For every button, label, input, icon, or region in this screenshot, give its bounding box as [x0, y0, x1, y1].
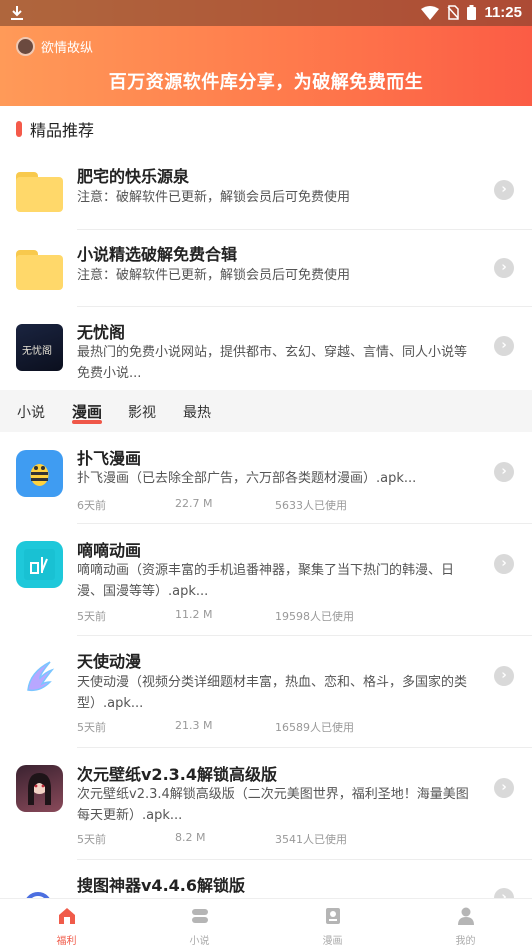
- item-meta: 6天前 22.7 M 5633人已使用: [77, 497, 347, 513]
- featured-item[interactable]: 无忧阁 无忧阁 最热门的免费小说网站，提供都市、玄幻、穿越、言情、同人小说等免费…: [0, 307, 532, 391]
- item-size: 21.3 M: [175, 719, 213, 732]
- folder-icon: [16, 172, 63, 212]
- download-icon: [11, 6, 23, 20]
- no-sim-icon: [447, 5, 460, 20]
- item-meta: 5天前 8.2 M 3541人已使用: [77, 831, 347, 847]
- chevron-right-icon[interactable]: ›: [494, 462, 514, 482]
- header-slogan: 百万资源软件库分享，为破解免费而生: [108, 72, 424, 93]
- item-size: 22.7 M: [175, 497, 213, 510]
- book-icon-text: 无忧阁: [22, 346, 52, 357]
- item-intro: 天使动漫（视频分类详细题材丰富，热血、恋和、格斗，多国家的类型）.apk...: [77, 675, 468, 711]
- chevron-right-icon[interactable]: ›: [494, 180, 514, 200]
- comic-icon: [325, 908, 340, 924]
- app-name: 欲情故纵: [41, 41, 94, 56]
- list-item[interactable]: 搜图神器v4.4.6解锁版 ›: [0, 860, 532, 898]
- nav-label: 福利: [56, 936, 77, 947]
- item-name: 搜图神器v4.4.6解锁版: [77, 876, 245, 895]
- folder-icon: [16, 250, 63, 290]
- list-item[interactable]: 次元壁纸v2.3.4解锁高级版 次元壁纸v2.3.4解锁高级版（二次元美图世界，…: [0, 748, 532, 860]
- list-item[interactable]: 嘀嘀动画 嘀嘀动画（资源丰富的手机追番神器，聚集了当下热门的韩漫、日漫、国漫等等…: [0, 524, 532, 636]
- nav-welfare[interactable]: 福利: [0, 899, 133, 947]
- item-size: 8.2 M: [175, 831, 206, 844]
- app-header: 11:25 欲情故纵 百万资源软件库分享，为破解免费而生: [0, 0, 532, 106]
- tab-comic[interactable]: 漫画: [72, 401, 102, 422]
- home-icon: [58, 908, 75, 924]
- item-name: 天使动漫: [77, 652, 142, 671]
- anime-girl-icon: [16, 765, 63, 812]
- featured-title: 精品推荐: [30, 121, 95, 140]
- item-name: 嘀嘀动画: [77, 541, 142, 560]
- featured-item-desc: 注意：破解软件已更新，解锁会员后可免费使用: [77, 190, 351, 205]
- item-intro: 嘀嘀动画（资源丰富的手机追番神器，聚集了当下热门的韩漫、日漫、国漫等等）.apk…: [77, 563, 455, 599]
- status-bar: 11:25: [0, 0, 532, 26]
- chevron-right-icon[interactable]: ›: [494, 258, 514, 278]
- tab-hot[interactable]: 最热: [183, 402, 211, 422]
- featured-item-desc: 最热门的免费小说网站，提供都市、玄幻、穿越、言情、同人小说等免费小说...: [77, 345, 468, 381]
- nav-comic[interactable]: 漫画: [266, 899, 399, 947]
- app-logo-icon: [16, 37, 35, 56]
- chevron-right-icon[interactable]: ›: [494, 778, 514, 798]
- nav-mine[interactable]: 我的: [399, 899, 532, 947]
- item-size: 11.2 M: [175, 608, 213, 621]
- item-meta: 5天前 21.3 M 16589人已使用: [77, 719, 354, 735]
- nav-label: 漫画: [322, 936, 343, 947]
- list-item[interactable]: 天使动漫 天使动漫（视频分类详细题材丰富，热血、恋和、格斗，多国家的类型）.ap…: [0, 636, 532, 748]
- featured-item-desc: 注意：破解软件已更新，解锁会员后可免费使用: [77, 268, 351, 283]
- wifi-icon: [421, 5, 440, 20]
- item-users: 16589人已使用: [275, 721, 354, 734]
- wing-icon: [16, 654, 63, 701]
- item-date: 5天前: [77, 833, 106, 846]
- bottom-navigation: 福利 小说 漫画 我的: [0, 898, 532, 947]
- clock: 11:25: [484, 4, 522, 21]
- battery-icon: [467, 5, 477, 20]
- app-brand: 欲情故纵: [16, 37, 93, 56]
- featured-item-title: 无忧阁: [77, 323, 126, 342]
- section-marker: [16, 121, 22, 137]
- item-name: 扑飞漫画: [77, 449, 142, 468]
- nav-novel[interactable]: 小说: [133, 899, 266, 947]
- di-icon: [16, 541, 63, 588]
- item-intro: 扑飞漫画（已去除全部广告，六万部各类题材漫画）.apk...: [77, 471, 417, 486]
- tab-video[interactable]: 影视: [128, 402, 156, 422]
- item-users: 19598人已使用: [275, 610, 354, 623]
- list-item[interactable]: 扑飞漫画 扑飞漫画（已去除全部广告，六万部各类题材漫画）.apk... 6天前 …: [0, 432, 532, 524]
- item-users: 3541人已使用: [275, 833, 347, 846]
- item-date: 5天前: [77, 610, 106, 623]
- chevron-right-icon[interactable]: ›: [494, 336, 514, 356]
- book-stack-icon: [191, 909, 208, 923]
- chevron-right-icon[interactable]: ›: [494, 666, 514, 686]
- active-tab-indicator: [72, 420, 102, 424]
- chevron-right-icon[interactable]: ›: [494, 888, 514, 898]
- bee-icon: [16, 450, 63, 497]
- nav-label: 我的: [455, 936, 476, 947]
- item-users: 5633人已使用: [275, 499, 347, 512]
- item-date: 5天前: [77, 721, 106, 734]
- search-picture-icon: [16, 884, 63, 898]
- featured-item[interactable]: 小说精选破解免费合辑 注意：破解软件已更新，解锁会员后可免费使用 ›: [0, 230, 532, 308]
- featured-item-title: 小说精选破解免费合辑: [77, 245, 238, 264]
- featured-section-title: 精品推荐: [16, 117, 94, 141]
- featured-item[interactable]: 肥宅的快乐源泉 注意：破解软件已更新，解锁会员后可免费使用 ›: [0, 152, 532, 230]
- item-intro: 次元壁纸v2.3.4解锁高级版（二次元美图世界，福利圣地！海量美图每天更新）.a…: [77, 787, 469, 823]
- tab-novel[interactable]: 小说: [17, 402, 45, 422]
- item-meta: 5天前 11.2 M 19598人已使用: [77, 608, 354, 624]
- chevron-right-icon[interactable]: ›: [494, 554, 514, 574]
- item-name: 次元壁纸v2.3.4解锁高级版: [77, 765, 277, 784]
- featured-item-title: 肥宅的快乐源泉: [77, 167, 190, 186]
- book-icon: 无忧阁: [16, 324, 63, 371]
- user-icon: [457, 907, 474, 925]
- nav-label: 小说: [189, 936, 210, 947]
- item-date: 6天前: [77, 499, 106, 512]
